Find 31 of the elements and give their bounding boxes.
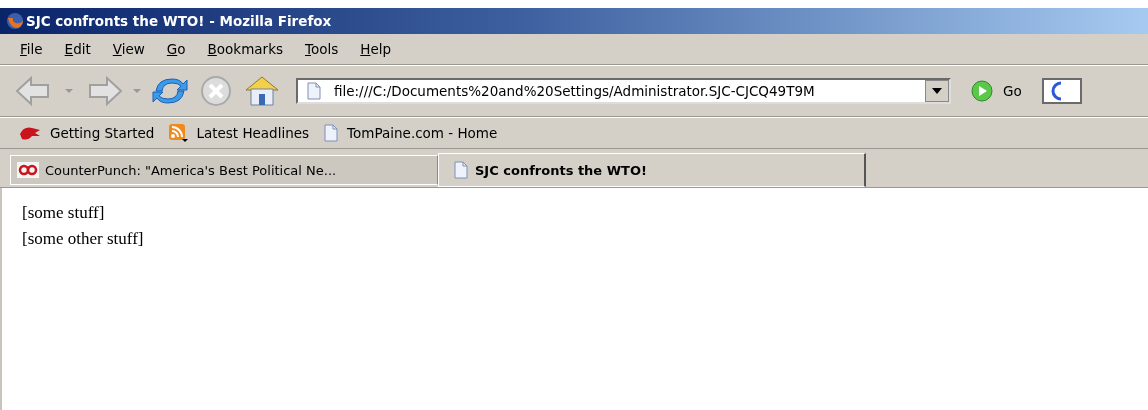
go-button[interactable]: Go <box>967 80 1026 102</box>
menu-item[interactable]: Bookmarks <box>199 41 291 57</box>
menu-item[interactable]: Help <box>352 41 400 57</box>
stop-icon[interactable] <box>198 75 234 107</box>
bookmark-item[interactable]: TomPaine.com - Home <box>323 124 498 142</box>
bookmark-item[interactable]: Getting Started <box>18 124 155 142</box>
caret-icon <box>932 88 942 94</box>
caret-icon[interactable] <box>64 88 74 94</box>
feed-icon <box>168 123 189 143</box>
search-field[interactable] <box>1041 78 1082 104</box>
reload-icon[interactable] <box>150 75 190 107</box>
page-icon <box>453 161 469 179</box>
firefox-icon <box>6 12 24 30</box>
menu-item[interactable]: View <box>104 41 153 57</box>
menu-item[interactable]: Edit <box>56 41 99 57</box>
body-text: [some stuff] <box>22 202 106 224</box>
dropdown-button[interactable] <box>925 80 949 102</box>
play-icon <box>971 80 993 102</box>
body-text: [some other stuff] <box>22 228 145 250</box>
tab[interactable]: SJC confronts the WTO! <box>438 153 866 187</box>
address-field[interactable]: file:///C:/Documents%20and%20Settings/Administrator.SJC-CJCQ49T9M <box>296 78 951 104</box>
page-icon <box>306 82 322 100</box>
tab[interactable]: CounterPunch: "America's Best Political Ne... <box>10 155 438 185</box>
menu-item[interactable]: File <box>12 41 51 57</box>
bookmark-item[interactable]: Latest Headlines <box>168 123 310 143</box>
menu-item[interactable]: Tools <box>297 41 347 57</box>
window-title: SJC confronts the WTO! - Mozilla Firefox <box>26 13 332 29</box>
menu-item[interactable]: Go <box>158 41 194 57</box>
caret-icon[interactable] <box>132 88 142 94</box>
page-icon <box>323 124 340 142</box>
site-logo-icon <box>17 162 39 178</box>
